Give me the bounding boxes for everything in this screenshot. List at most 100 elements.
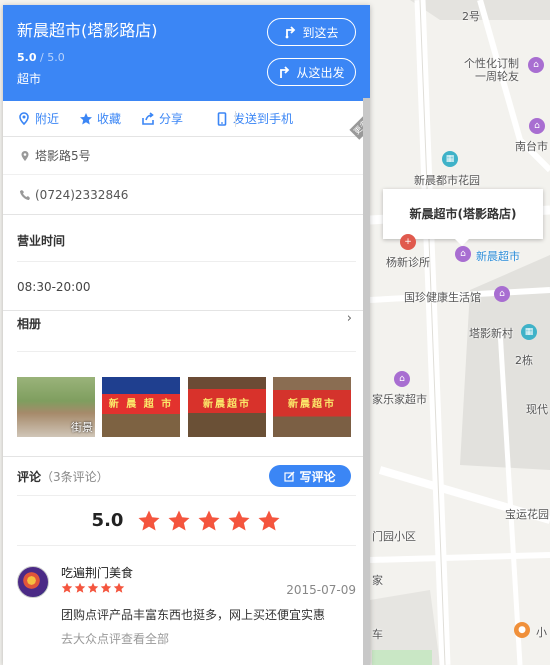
map-label: 国珍健康生活馆 [404, 291, 481, 304]
review-star-icon [61, 582, 73, 593]
photo-thumbnail[interactable]: 新晨超市 [273, 377, 351, 437]
overall-rating: 5.0 [17, 495, 356, 545]
photos-section: 相册 › 街景 新 晨 超 市 新晨超市 新晨超市 [3, 311, 370, 457]
edit-icon [284, 471, 295, 482]
photo-thumbnail[interactable]: 新晨超市 [188, 377, 266, 437]
place-detail-panel: 新晨超市(塔影路店) 5.0 / 5.0 超市 到这去 从这出发 附近 收藏 分… [3, 5, 370, 665]
favorite-label: 收藏 [97, 112, 122, 126]
review-star-icon [100, 582, 112, 593]
map-label-selected: 新晨超市 [476, 250, 520, 263]
address-pin-icon [21, 150, 29, 161]
review-star-icon [113, 582, 125, 593]
go-here-label: 到这去 [302, 25, 339, 40]
star-icon [80, 112, 93, 124]
phone-device-icon [217, 111, 227, 126]
write-review-button[interactable]: 写评论 [269, 465, 351, 487]
hours-section: 营业时间 08:30-20:00 [3, 215, 370, 311]
hours-title: 营业时间 [17, 234, 66, 248]
favorite-button[interactable]: 收藏 [79, 110, 121, 127]
route-to-icon [286, 26, 296, 39]
view-all-link[interactable]: 去大众点评查看全部 [61, 630, 169, 647]
reviews-count: （3条评论） [41, 469, 109, 484]
score-value: 5.0 [17, 51, 37, 64]
scrollbar[interactable] [363, 98, 370, 665]
map-label: 新晨都市花园 [414, 174, 480, 187]
building-icon[interactable]: ▦ [442, 151, 458, 167]
review-stars [61, 582, 125, 594]
map-label: 现代 [526, 403, 548, 416]
from-here-label: 从这出发 [296, 65, 345, 80]
rating-star-icon [258, 510, 280, 530]
shop-icon[interactable]: ⌂ [394, 371, 410, 387]
score-total: / 5.0 [36, 51, 65, 64]
location-pin-icon [19, 111, 29, 125]
map-label: 2号 [462, 10, 480, 23]
phone-icon [20, 189, 30, 200]
food-icon[interactable]: ● [514, 622, 530, 638]
map-label: 小 [536, 626, 547, 639]
review-text: 团购点评产品丰富东西也挺多，网上买还便宜实惠 [61, 608, 326, 622]
map-label: 塔影新村 [469, 327, 513, 340]
shop-icon[interactable]: ⌂ [528, 57, 544, 73]
map-label: 宝运花园 [505, 508, 549, 521]
go-here-button[interactable]: 到这去 [267, 18, 356, 46]
map-label: 一周轮友 [475, 70, 519, 83]
map-label: 车 [372, 628, 383, 641]
clinic-icon[interactable]: + [400, 234, 416, 250]
route-from-icon [280, 66, 290, 78]
rating-star-icon [168, 510, 190, 530]
address-text: 塔影路5号 [35, 149, 91, 163]
rating-star-icon [138, 510, 160, 530]
send-to-phone-button[interactable]: 发送到手机 [215, 110, 293, 127]
street-view-tag: 街景 [71, 421, 93, 434]
rating-star-icon [228, 510, 250, 530]
action-bar: 附近 收藏 分享 发送到手机 更多 [3, 101, 370, 140]
map-label: 家 [372, 574, 383, 587]
reviews-header: 评论（3条评论） 写评论 [3, 457, 370, 495]
map-label: 南台市 [515, 140, 548, 153]
map-label: 家乐家超市 [372, 393, 427, 406]
avatar[interactable] [17, 566, 49, 598]
share-label: 分享 [159, 112, 184, 126]
overall-score: 5.0 [91, 510, 124, 531]
review-date: 2015-07-09 [286, 583, 356, 597]
selected-shop-icon[interactable]: ⌂ [455, 246, 471, 262]
action-divider [235, 111, 236, 127]
nearby-label: 附近 [35, 112, 60, 126]
review-item: 吃遍荆门美食 2015-07-09 团购点评产品丰富东西也挺多，网上买还便宜实惠… [17, 545, 356, 665]
map-label: 2栋 [515, 354, 533, 367]
photo-sign: 新晨超市 [288, 399, 336, 410]
review-user[interactable]: 吃遍荆门美食 [61, 564, 133, 581]
phone-row: (0724)2332846 [3, 175, 370, 215]
map-label: 门园小区 [372, 530, 416, 543]
send-to-phone-label: 发送到手机 [233, 112, 294, 126]
place-header: 新晨超市(塔影路店) 5.0 / 5.0 超市 到这去 从这出发 [3, 5, 370, 101]
write-review-label: 写评论 [299, 469, 336, 484]
share-button[interactable]: 分享 [141, 110, 183, 127]
photos-divider [17, 351, 356, 352]
photo-thumbnail[interactable]: 街景 [17, 377, 95, 437]
reviews-title-text: 评论 [17, 469, 42, 484]
rating-star-icon [198, 510, 220, 530]
share-icon [142, 111, 154, 125]
map-popup[interactable]: 新晨超市(塔影路店) [383, 189, 543, 246]
nearby-button[interactable]: 附近 [17, 110, 59, 127]
building-icon[interactable]: ▦ [521, 324, 537, 340]
photo-thumbnail[interactable]: 新 晨 超 市 [102, 377, 180, 437]
shop-icon[interactable]: ⌂ [494, 286, 510, 302]
hours-value: 08:30-20:00 [17, 280, 91, 294]
photos-title: 相册 [17, 317, 42, 331]
scrollbar-thumb[interactable] [363, 98, 370, 665]
photo-sign: 新 晨 超 市 [108, 399, 174, 410]
map-label: 杨新诊所 [386, 256, 430, 269]
hours-divider [17, 261, 356, 262]
review-star-icon [74, 582, 86, 593]
from-here-button[interactable]: 从这出发 [267, 58, 356, 86]
chevron-right-icon[interactable]: › [347, 311, 352, 326]
photo-sign: 新晨超市 [203, 399, 251, 410]
address-row: 塔影路5号 [3, 137, 370, 175]
shop-icon[interactable]: ⌂ [529, 118, 545, 134]
phone-text[interactable]: (0724)2332846 [35, 188, 128, 202]
reviews-title: 评论（3条评论） [17, 468, 109, 485]
review-star-icon [87, 582, 99, 593]
